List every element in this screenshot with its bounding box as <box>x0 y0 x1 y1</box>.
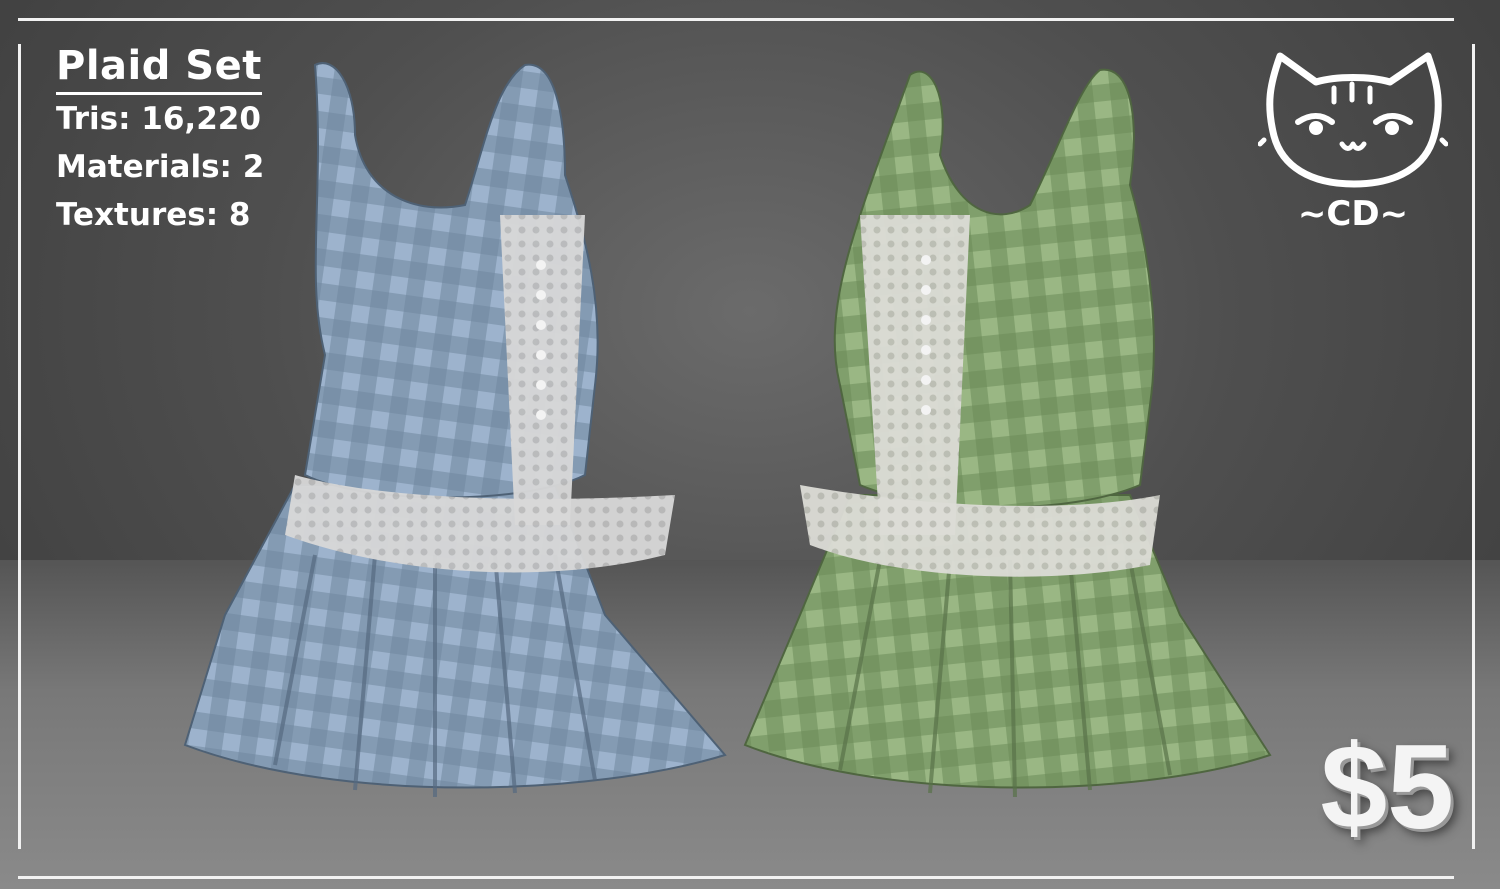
price-tag: $5 <box>1320 720 1454 854</box>
blue-plaid-dress <box>183 62 727 797</box>
frame-left-line <box>18 44 21 849</box>
frame-top-line <box>18 18 1454 21</box>
green-plaid-dress <box>743 68 1272 798</box>
frame-bottom-line <box>18 876 1454 879</box>
frame-right-line <box>1472 44 1475 849</box>
